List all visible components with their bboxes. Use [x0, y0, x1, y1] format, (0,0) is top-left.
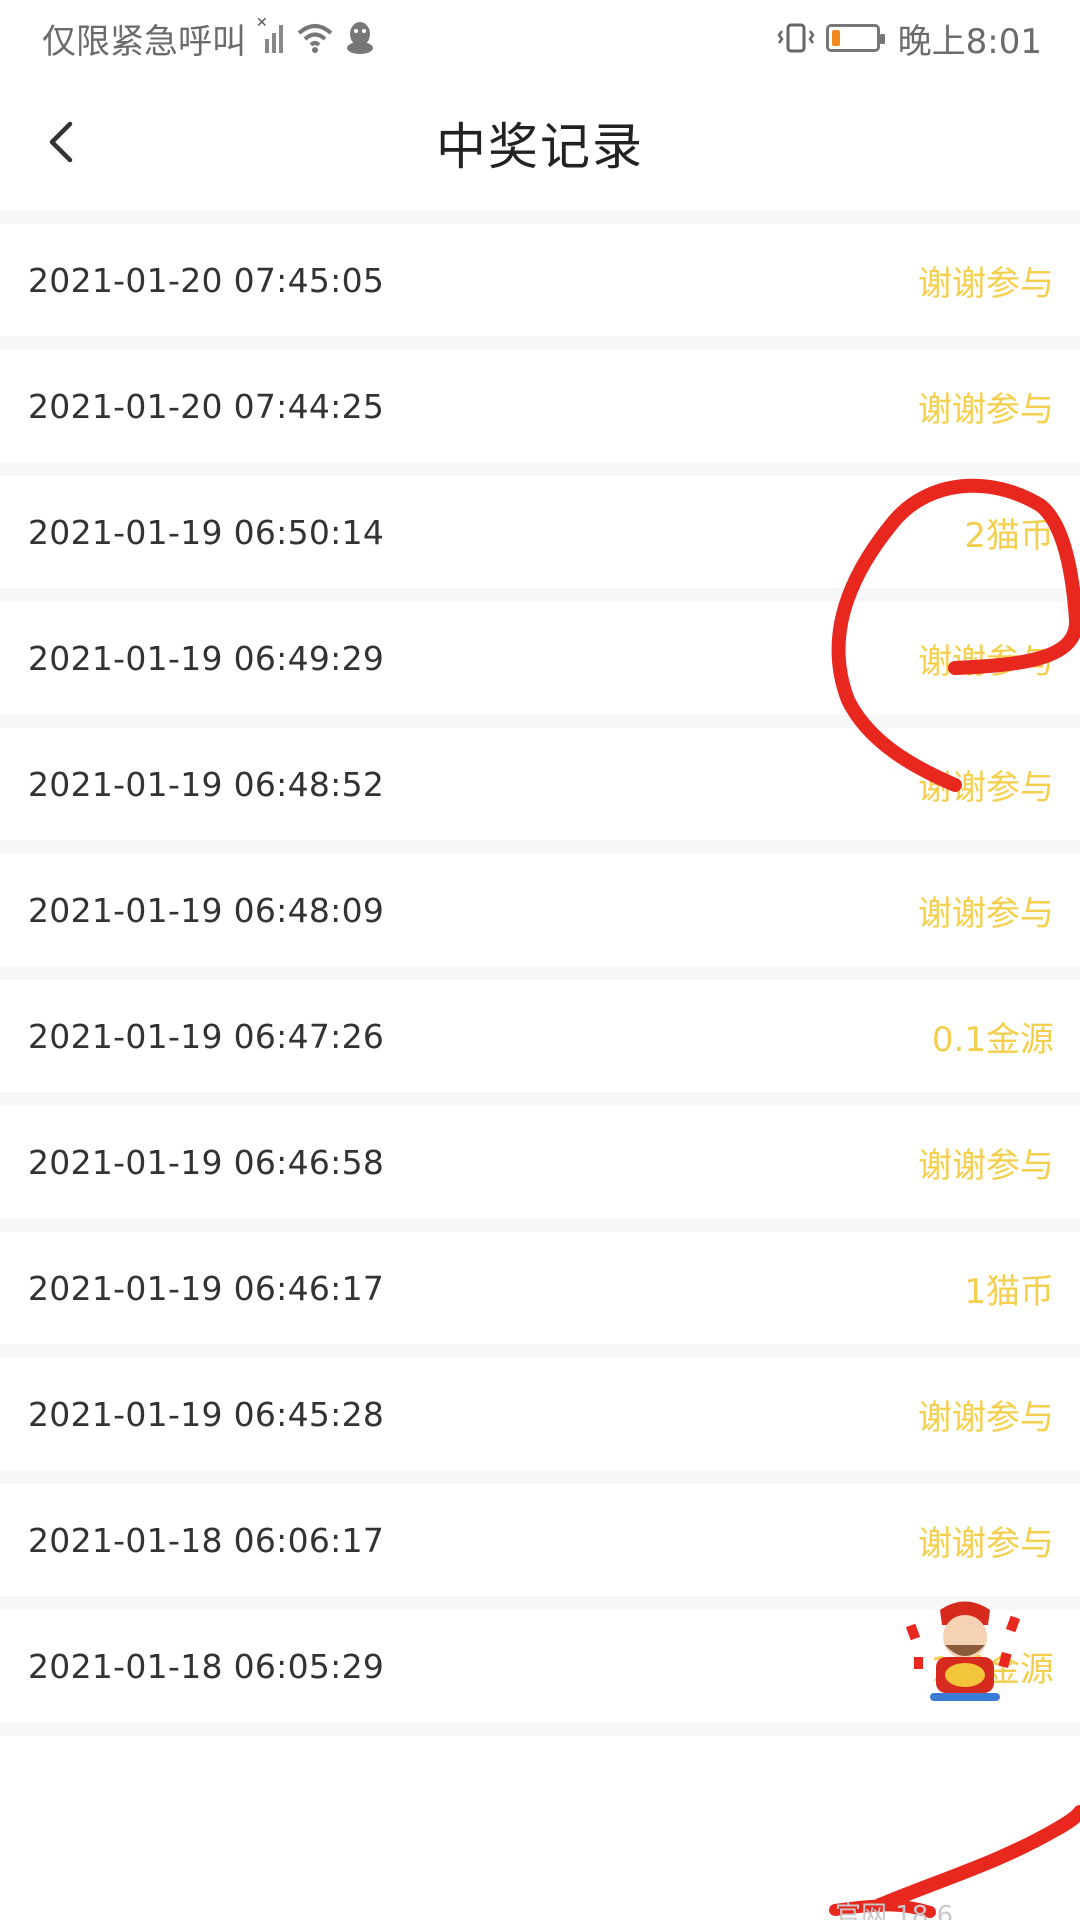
- status-right: 晚上8:01: [776, 14, 1042, 63]
- record-row[interactable]: 2021-01-20 07:44:25 谢谢参与: [0, 350, 1080, 476]
- record-time: 2021-01-19 06:47:26: [28, 1016, 385, 1056]
- record-prize: 谢谢参与: [918, 389, 1054, 430]
- record-time: 2021-01-19 06:49:29: [28, 638, 385, 678]
- record-prize: 2猫币: [964, 515, 1054, 556]
- header: 中奖记录: [0, 76, 1080, 210]
- record-row[interactable]: 2021-01-19 06:47:26 0.1金源: [0, 980, 1080, 1106]
- record-row[interactable]: 2021-01-20 07:45:05 谢谢参与: [0, 224, 1080, 350]
- record-time: 2021-01-19 06:46:17: [28, 1268, 385, 1308]
- record-time: 2021-01-20 07:44:25: [28, 386, 385, 426]
- record-prize: 谢谢参与: [918, 263, 1054, 304]
- status-time: 晚上8:01: [897, 21, 1042, 62]
- record-row[interactable]: 2021-01-19 06:48:09 谢谢参与: [0, 854, 1080, 980]
- record-row[interactable]: 2021-01-19 06:49:29 谢谢参与: [0, 602, 1080, 728]
- battery-icon: [825, 24, 885, 52]
- record-row[interactable]: 2021-01-19 06:45:28 谢谢参与: [0, 1358, 1080, 1484]
- floating-mascot-icon[interactable]: [900, 1595, 1030, 1705]
- status-left: 仅限紧急呼叫 ✕: [42, 14, 376, 63]
- watermark: 官网 18.6: [835, 1901, 954, 1920]
- record-time: 2021-01-18 06:05:29: [28, 1646, 385, 1686]
- record-time: 2021-01-19 06:45:28: [28, 1394, 385, 1434]
- record-row[interactable]: 2021-01-19 06:46:17 1猫币: [0, 1232, 1080, 1358]
- record-time: 2021-01-19 06:46:58: [28, 1142, 385, 1182]
- back-button[interactable]: [30, 112, 90, 172]
- record-row[interactable]: 2021-01-19 06:50:14 2猫币: [0, 476, 1080, 602]
- record-list[interactable]: 2021-01-20 07:45:05 谢谢参与 2021-01-20 07:44:…: [0, 210, 1080, 1736]
- record-prize: 谢谢参与: [918, 641, 1054, 682]
- screen: 仅限紧急呼叫 ✕ 晚上8:01 中奖记录 2021-01-20 07:45:05…: [0, 0, 1080, 1920]
- record-prize: 0.1金源: [931, 1019, 1054, 1060]
- record-time: 2021-01-19 06:48:52: [28, 764, 385, 804]
- record-time: 2021-01-18 06:06:17: [28, 1520, 385, 1560]
- wifi-icon: [297, 24, 333, 53]
- qq-icon: [347, 22, 373, 54]
- record-prize: 谢谢参与: [918, 1145, 1054, 1186]
- record-time: 2021-01-19 06:50:14: [28, 512, 385, 552]
- chevron-left-icon: [49, 121, 73, 163]
- battery-level-fill: [831, 30, 841, 46]
- signal-off-icon: ✕: [256, 15, 286, 55]
- list-top-gap: [0, 210, 1080, 224]
- record-prize: 谢谢参与: [918, 767, 1054, 808]
- carrier-text: 仅限紧急呼叫: [42, 21, 246, 62]
- record-row[interactable]: 2021-01-19 06:48:52 谢谢参与: [0, 728, 1080, 854]
- record-time: 2021-01-20 07:45:05: [28, 260, 385, 300]
- record-prize: 谢谢参与: [918, 1397, 1054, 1438]
- record-prize: 谢谢参与: [918, 893, 1054, 934]
- record-prize: 1猫币: [964, 1271, 1054, 1312]
- vibrate-icon: [777, 23, 815, 53]
- record-time: 2021-01-19 06:48:09: [28, 890, 385, 930]
- record-prize: 谢谢参与: [918, 1523, 1054, 1564]
- page-title: 中奖记录: [436, 118, 644, 176]
- status-bar: 仅限紧急呼叫 ✕ 晚上8:01: [0, 0, 1080, 76]
- record-row[interactable]: 2021-01-18 06:06:17 谢谢参与: [0, 1484, 1080, 1610]
- record-row[interactable]: 2021-01-19 06:46:58 谢谢参与: [0, 1106, 1080, 1232]
